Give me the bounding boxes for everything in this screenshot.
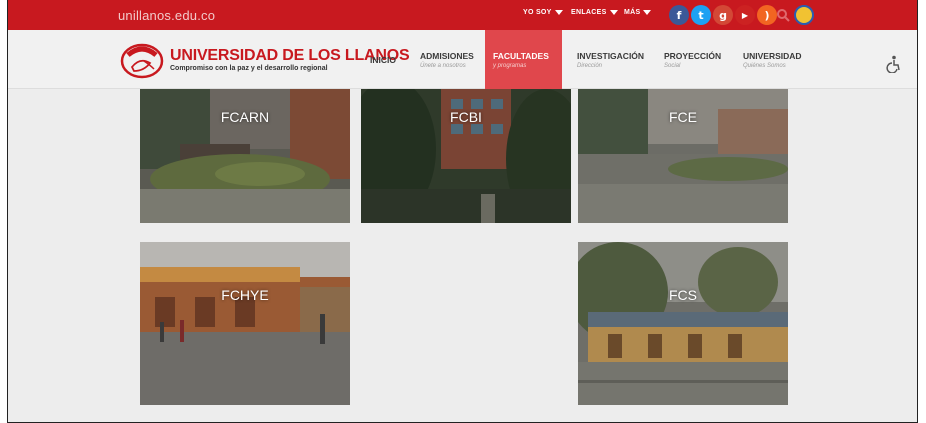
chevron-down-icon	[554, 10, 563, 15]
google-plus-icon[interactable]: g	[713, 5, 733, 25]
nav-item-label: INICIO	[370, 54, 396, 65]
faculty-label: FCE	[669, 109, 697, 125]
nav-item-sublabel: Dirección	[577, 62, 603, 69]
social-links: f t g ▶ )	[669, 5, 777, 25]
nav-item-inicio[interactable]: INICIO	[362, 30, 404, 89]
twitter-icon[interactable]: t	[691, 5, 711, 25]
nav-item-investigacion[interactable]: INVESTIGACIÓN Dirección	[569, 30, 652, 89]
chevron-down-icon	[643, 10, 652, 15]
faculty-tile-fce[interactable]: FCE	[578, 89, 788, 223]
nav-item-sublabel: Social	[664, 62, 681, 69]
nav-item-label: FACULTADES	[493, 50, 549, 61]
site-domain[interactable]: unillanos.edu.co	[118, 8, 215, 23]
browser-frame: unillanos.edu.co YO SOY ENLACES MÁS f t …	[7, 0, 918, 423]
faculty-label: FCHYE	[221, 287, 269, 303]
nav-item-sublabel: y programas	[493, 62, 527, 69]
facebook-icon[interactable]: f	[669, 5, 689, 25]
nav-item-facultades[interactable]: FACULTADES y programas	[485, 30, 562, 89]
university-logo-icon[interactable]	[120, 41, 164, 79]
faculty-tile-fcarn[interactable]: FCARN	[140, 89, 350, 223]
menu-mas-label: MÁS	[624, 9, 641, 16]
menu-yo-soy[interactable]: YO SOY	[523, 9, 563, 16]
faculty-tile-fcs[interactable]: FCS	[578, 242, 788, 405]
logo-subtitle: Compromiso con la paz y el desarrollo re…	[170, 65, 328, 72]
menu-enlaces[interactable]: ENLACES	[571, 9, 618, 16]
nav-item-label: INVESTIGACIÓN	[577, 50, 645, 61]
nav-item-sublabel: Quiénes Somos	[743, 62, 786, 69]
faculty-tile-fcbi[interactable]: FCBI	[361, 89, 571, 223]
colombia-shield-icon[interactable]	[794, 5, 814, 25]
faculty-photo	[578, 242, 788, 405]
search-icon[interactable]	[776, 8, 790, 22]
menu-yo-soy-label: YO SOY	[523, 9, 552, 16]
menu-mas[interactable]: MÁS	[624, 9, 652, 16]
nav-item-label: ADMISIONES	[420, 50, 474, 61]
faculty-label: FCBI	[450, 109, 482, 125]
faculty-label: FCS	[669, 287, 697, 303]
accessibility-icon[interactable]	[886, 55, 902, 73]
chevron-down-icon	[609, 10, 618, 15]
nav-item-label: UNIVERSIDAD	[743, 50, 802, 61]
faculty-photo	[140, 242, 350, 405]
rss-icon[interactable]: )	[757, 5, 777, 25]
nav-item-universidad[interactable]: UNIVERSIDAD Quiénes Somos	[735, 30, 810, 89]
nav-item-sublabel: Únete a nosotros	[420, 62, 466, 69]
faculty-label: FCARN	[220, 109, 270, 125]
nav-item-admisiones[interactable]: ADMISIONES Únete a nosotros	[412, 30, 482, 89]
main-navbar: UNIVERSIDAD DE LOS LLANOS Compromiso con…	[8, 30, 917, 89]
nav-item-proyeccion[interactable]: PROYECCIÓN Social	[656, 30, 729, 89]
youtube-icon[interactable]: ▶	[735, 5, 755, 25]
nav-item-label: PROYECCIÓN	[664, 50, 722, 61]
menu-enlaces-label: ENLACES	[571, 9, 607, 16]
faculty-tile-fchye[interactable]: FCHYE	[140, 242, 350, 405]
top-bar: unillanos.edu.co YO SOY ENLACES MÁS f t …	[8, 0, 917, 30]
